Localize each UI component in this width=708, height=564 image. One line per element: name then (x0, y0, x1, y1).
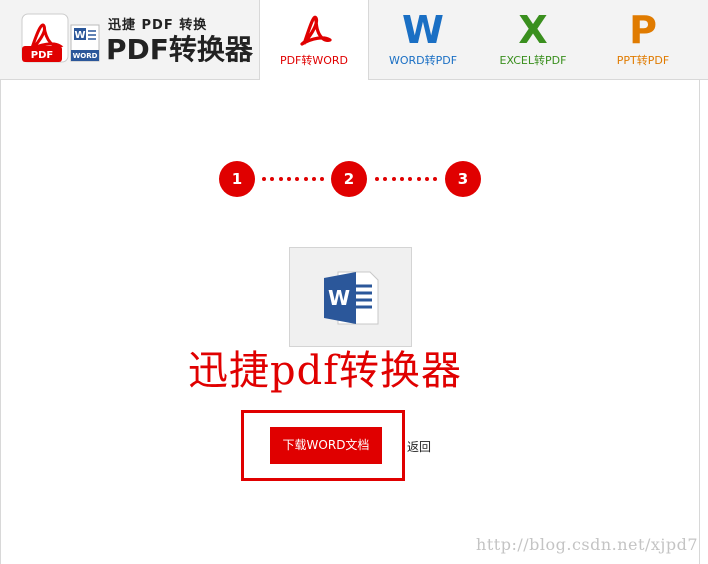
excel-icon: X (518, 8, 548, 52)
pdf-logo-icon: PDF (21, 13, 69, 63)
word-document-icon: W (324, 271, 379, 325)
connector-dot (270, 177, 275, 181)
connector-dot (399, 177, 404, 181)
step-1-indicator: 1 (219, 161, 255, 197)
tab-word-to-pdf[interactable]: W WORD转PDF (368, 0, 478, 80)
step-connector (262, 177, 326, 181)
connector-dot (375, 177, 379, 181)
connector-dot (391, 177, 396, 181)
overlay-title-text: 迅捷pdf转换器 (188, 348, 463, 394)
acrobat-icon (300, 15, 332, 46)
word-icon: W (402, 8, 444, 52)
connector-dot (416, 177, 421, 181)
tab-label: PPT转PDF (616, 54, 670, 67)
back-link[interactable]: 返回 (407, 438, 431, 455)
url-watermark: http://blog.csdn.net/xjpd7 (476, 535, 698, 554)
logo-title: PDF转换器 (106, 33, 253, 66)
step-connector (375, 177, 439, 181)
connector-dot (408, 177, 413, 181)
app-logo: PDF W WORD 迅捷 PDF 转换 PDF转换器 (16, 10, 253, 66)
tab-excel-to-pdf[interactable]: X EXCEL转PDF (478, 0, 588, 80)
tab-label: WORD转PDF (388, 54, 458, 67)
connector-dot (311, 177, 316, 181)
connector-dot (424, 177, 429, 181)
tab-ppt-to-pdf[interactable]: P PPT转PDF (588, 0, 698, 80)
step-3-indicator: 3 (445, 161, 481, 197)
tab-label: EXCEL转PDF (499, 54, 567, 67)
file-preview-card: W (289, 247, 412, 347)
connector-dot (303, 177, 308, 181)
word-logo-icon: W WORD (70, 24, 100, 62)
word-badge-text: WORD (73, 52, 98, 60)
app-window: PDF W WORD 迅捷 PDF 转换 PDF转换器 PDF转WORD W W… (0, 0, 708, 564)
svg-text:W: W (74, 30, 85, 41)
connector-dot (320, 177, 325, 181)
connector-dot (262, 177, 266, 181)
tab-label: PDF转WORD (279, 54, 349, 67)
connector-dot (295, 177, 300, 181)
top-navigation-bar: PDF W WORD 迅捷 PDF 转换 PDF转换器 PDF转WORD W W… (0, 0, 708, 81)
download-word-button[interactable]: 下载WORD文档 (270, 427, 382, 464)
pdf-badge-text: PDF (31, 50, 53, 61)
tab-pdf-to-word[interactable]: PDF转WORD (259, 0, 369, 81)
connector-dot (286, 177, 291, 181)
powerpoint-icon: P (629, 8, 657, 52)
step-2-indicator: 2 (331, 161, 367, 197)
connector-dot (433, 177, 438, 181)
word-icon-letter: W (328, 286, 350, 310)
connector-dot (278, 177, 283, 181)
connector-dot (383, 177, 388, 181)
